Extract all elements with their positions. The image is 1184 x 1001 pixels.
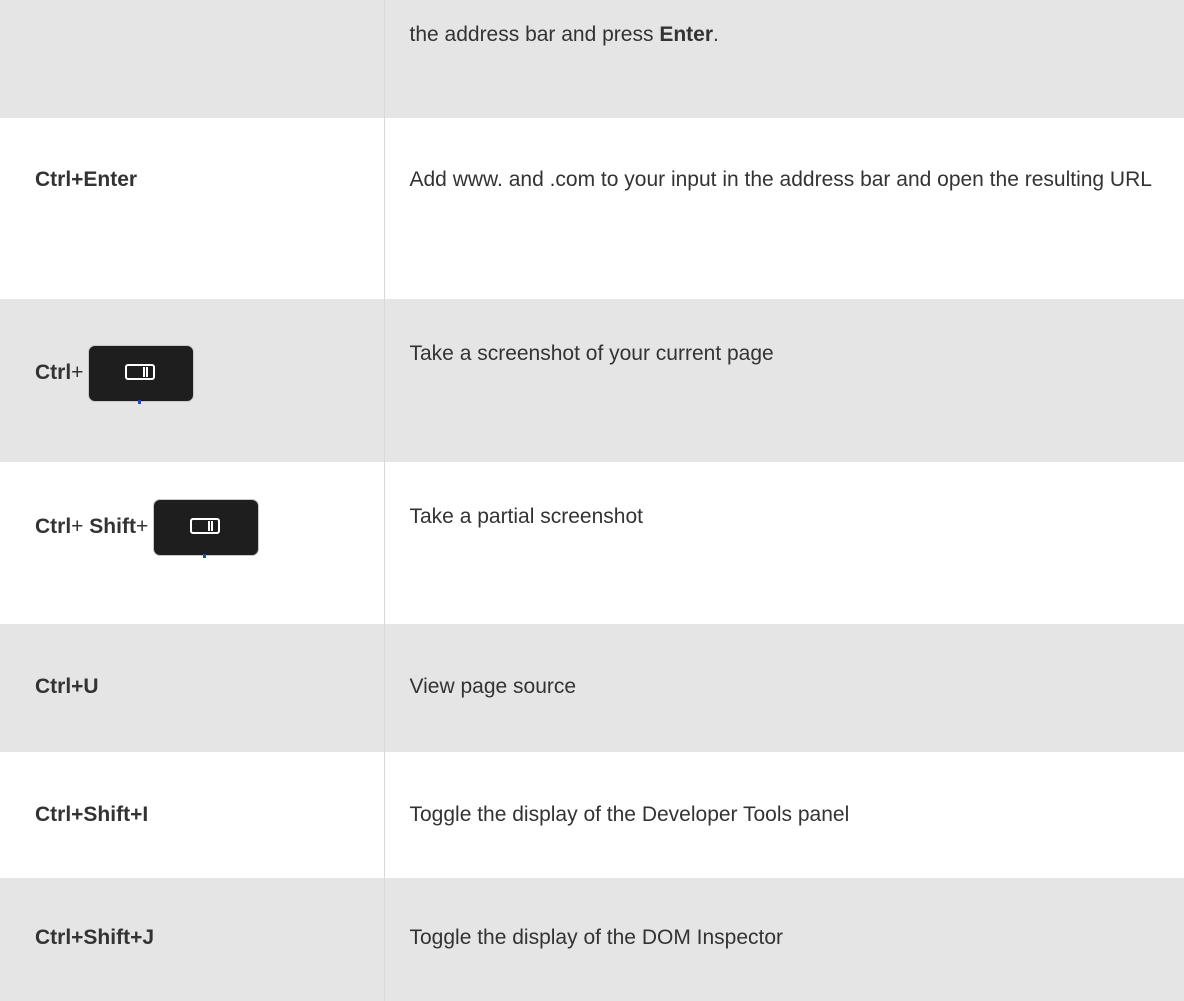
description-text: Take a screenshot of your current page bbox=[409, 342, 774, 365]
shortcut-cell: Ctrl+ Shift+ bbox=[0, 462, 385, 624]
description-text: Take a partial screenshot bbox=[409, 505, 643, 528]
description-cell: Take a screenshot of your current page bbox=[384, 299, 1184, 462]
description-cell: Add www. and .com to your input in the a… bbox=[384, 118, 1184, 299]
description-text: Toggle the display of the DOM Inspector bbox=[409, 926, 784, 949]
shortcuts-table: the address bar and press Enter. Ctrl+En… bbox=[0, 0, 1184, 1001]
shortcut-cell bbox=[0, 0, 385, 118]
ctrl-key-label: Ctrl bbox=[35, 515, 72, 539]
shortcut-label: Ctrl+ bbox=[35, 299, 384, 404]
shortcut-label: Ctrl+U bbox=[35, 675, 99, 698]
description-text: Toggle the display of the Developer Tool… bbox=[409, 803, 850, 826]
description-cell: Take a partial screenshot bbox=[384, 462, 1184, 624]
description-text: the address bar and press bbox=[409, 23, 660, 46]
plus-sign: + bbox=[71, 515, 84, 539]
shortcut-cell: Ctrl+U bbox=[0, 624, 385, 752]
description-cell: Toggle the display of the DOM Inspector bbox=[384, 878, 1184, 1001]
description-cell: the address bar and press Enter. bbox=[384, 0, 1184, 118]
table-row: Ctrl+Shift+J Toggle the display of the D… bbox=[0, 878, 1184, 1001]
table-row: the address bar and press Enter. bbox=[0, 0, 1184, 118]
description-cell: View page source bbox=[384, 624, 1184, 752]
table-row: Ctrl+Enter Add www. and .com to your inp… bbox=[0, 118, 1184, 299]
screenshot-key-icon bbox=[154, 500, 259, 558]
description-text: View page source bbox=[409, 675, 577, 698]
description-punctuation: . bbox=[713, 23, 719, 46]
plus-sign: + bbox=[71, 361, 84, 385]
plus-sign: + bbox=[135, 515, 149, 539]
shift-key-label: Shift bbox=[89, 515, 136, 539]
table-row: Ctrl+ Take a screenshot of your current … bbox=[0, 299, 1184, 462]
screenshot-key-icon bbox=[89, 346, 194, 404]
shortcut-label: Ctrl+Enter bbox=[35, 168, 138, 191]
description-cell: Toggle the display of the Developer Tool… bbox=[384, 752, 1184, 878]
shortcut-label: Ctrl+Shift+J bbox=[35, 926, 155, 949]
description-text: Add www. and .com to your input in the a… bbox=[409, 168, 1152, 191]
shortcut-cell: Ctrl+Shift+J bbox=[0, 878, 385, 1001]
table-row: Ctrl+Shift+I Toggle the display of the D… bbox=[0, 752, 1184, 878]
shortcut-label: Ctrl+ Shift+ bbox=[35, 462, 384, 558]
enter-key-label: Enter bbox=[659, 23, 714, 46]
table-row: Ctrl+ Shift+ Take a partial screenshot bbox=[0, 462, 1184, 624]
shortcut-cell: Ctrl+Enter bbox=[0, 118, 385, 299]
shortcut-cell: Ctrl+ bbox=[0, 299, 385, 462]
ctrl-key-label: Ctrl bbox=[35, 361, 72, 385]
shortcut-cell: Ctrl+Shift+I bbox=[0, 752, 385, 878]
shortcut-label: Ctrl+Shift+I bbox=[35, 803, 149, 826]
table-row: Ctrl+U View page source bbox=[0, 624, 1184, 752]
